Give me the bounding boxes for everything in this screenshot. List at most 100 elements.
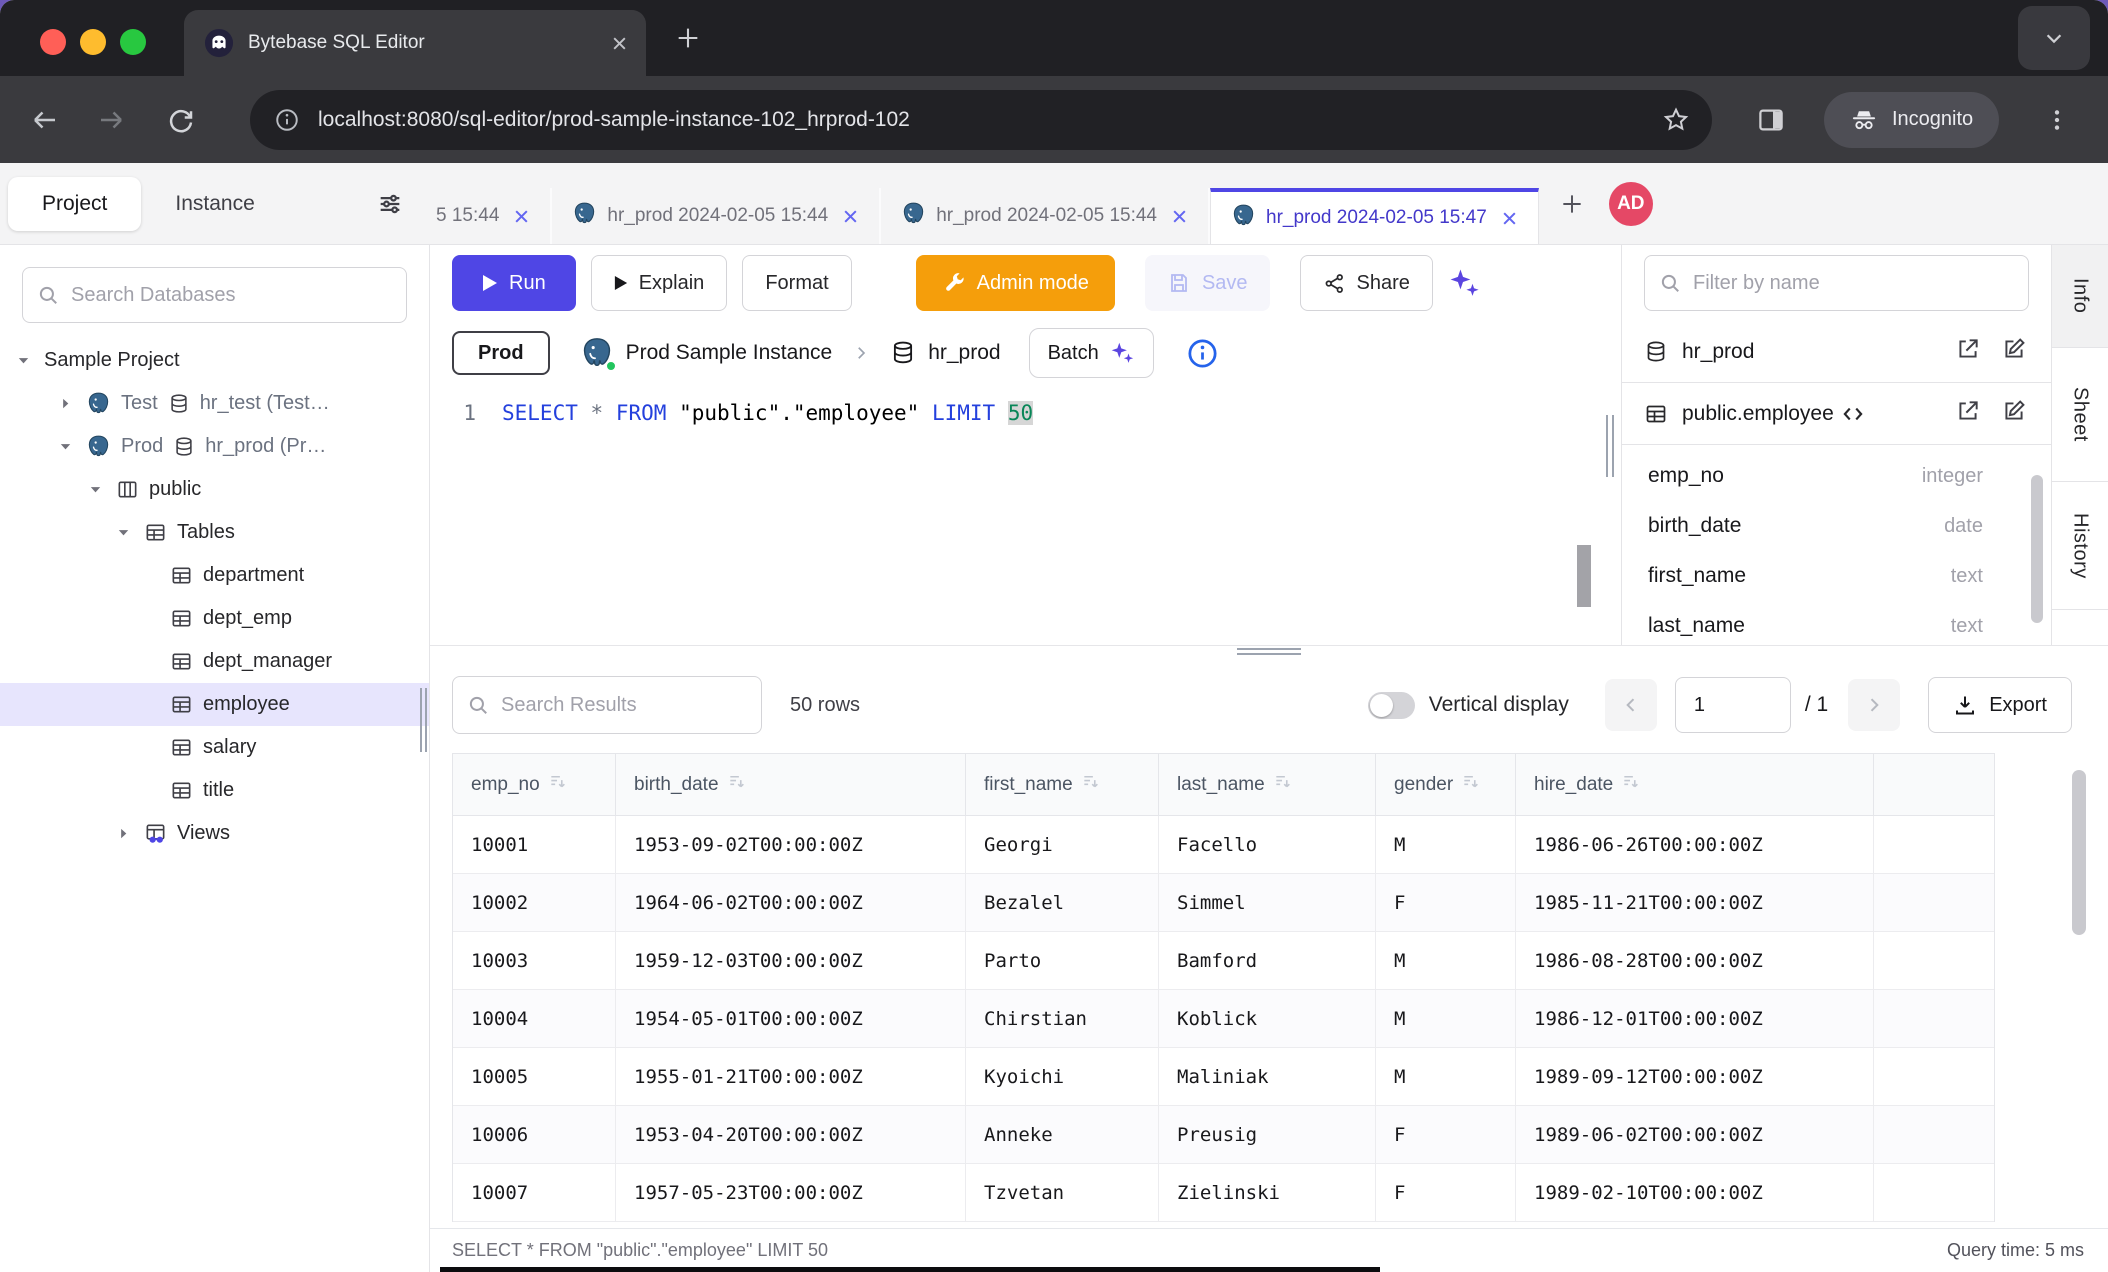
tree-item-views[interactable]: Views (0, 812, 429, 855)
column-header-birth_date[interactable]: birth_date (616, 754, 966, 815)
caret-down-icon[interactable] (88, 482, 116, 497)
share-button[interactable]: Share (1300, 255, 1433, 311)
panel-resize-handle[interactable] (1606, 415, 1614, 477)
split-divider[interactable] (430, 645, 2108, 657)
code-icon[interactable] (1840, 401, 1866, 427)
table-row[interactable]: 100041954-05-01T00:00:00ZChirstianKoblic… (453, 990, 1994, 1048)
ai-sparkles-icon[interactable] (1447, 266, 1481, 300)
back-icon[interactable] (30, 105, 60, 135)
caret-right-icon[interactable] (58, 396, 86, 411)
prev-page-button[interactable] (1605, 679, 1657, 731)
table-row[interactable]: 100031959-12-03T00:00:00ZPartoBamfordM19… (453, 932, 1994, 990)
sort-icon[interactable] (1461, 772, 1480, 797)
tree-item-public[interactable]: public (0, 468, 429, 511)
external-link-icon[interactable] (1955, 336, 1981, 367)
column-row[interactable]: last_nametext (1622, 601, 2051, 645)
table-row[interactable]: 100061953-04-20T00:00:00ZAnnekePreusigF1… (453, 1106, 1994, 1164)
tree-item-hr_test-test-[interactable]: Testhr_test (Test… (0, 382, 429, 425)
batch-button[interactable]: Batch (1029, 328, 1154, 378)
results-search-input[interactable] (501, 694, 747, 717)
tree-item-dept_manager[interactable]: dept_manager (0, 640, 429, 683)
caret-right-icon[interactable] (116, 826, 144, 841)
tree-item-tables[interactable]: Tables (0, 511, 429, 554)
caret-down-icon[interactable] (58, 439, 86, 454)
side-panel-icon[interactable] (1756, 105, 1786, 135)
sort-icon[interactable] (548, 772, 567, 797)
tree-item-dept_emp[interactable]: dept_emp (0, 597, 429, 640)
column-row[interactable]: emp_nointeger (1622, 451, 2051, 501)
browser-tab-close-icon[interactable] (611, 35, 628, 52)
table-row[interactable]: 100051955-01-21T00:00:00ZKyoichiMaliniak… (453, 1048, 1994, 1106)
tree-item-hr_prod-pr-[interactable]: Prodhr_prod (Pr… (0, 425, 429, 468)
sql-editor[interactable]: 1 SELECT * FROM "public"."employee" LIMI… (430, 385, 1621, 645)
format-button[interactable]: Format (742, 255, 851, 311)
vertical-display-toggle[interactable] (1368, 692, 1415, 719)
next-page-button[interactable] (1848, 679, 1900, 731)
tab-search-button[interactable] (2018, 6, 2090, 70)
editor-tab[interactable]: 5 15:44 (430, 188, 552, 244)
side-tab-info[interactable]: Info (2052, 245, 2108, 348)
column-header-emp_no[interactable]: emp_no (453, 754, 616, 815)
tree-item-department[interactable]: department (0, 554, 429, 597)
edit-icon[interactable] (2001, 398, 2027, 429)
caret-down-icon[interactable] (16, 353, 44, 368)
column-list-scrollbar[interactable] (2031, 475, 2043, 623)
results-search[interactable] (452, 676, 762, 734)
close-window-button[interactable] (40, 29, 66, 55)
results-scrollbar[interactable] (2072, 770, 2086, 935)
sort-icon[interactable] (1081, 772, 1100, 797)
column-row[interactable]: first_nametext (1622, 551, 2051, 601)
database-search-input[interactable] (71, 284, 392, 307)
column-header-last_name[interactable]: last_name (1159, 754, 1376, 815)
editor-tab[interactable]: hr_prod 2024-02-05 15:44 (552, 188, 881, 244)
side-tab-sheet[interactable]: Sheet (2052, 348, 2108, 482)
tree-item-employee[interactable]: employee (0, 683, 429, 726)
minimize-window-button[interactable] (80, 29, 106, 55)
instance-name[interactable]: Prod Sample Instance (626, 341, 833, 365)
explain-button[interactable]: Explain (591, 255, 728, 311)
browser-menu-icon[interactable] (2044, 107, 2070, 133)
sidebar-resize-handle[interactable] (420, 688, 427, 752)
side-tab-history[interactable]: History (2052, 482, 2108, 610)
tree-item-title[interactable]: title (0, 769, 429, 812)
table-row[interactable]: 100021964-06-02T00:00:00ZBezalelSimmelF1… (453, 874, 1994, 932)
close-tab-icon[interactable] (513, 208, 530, 225)
reload-icon[interactable] (166, 105, 196, 135)
info-icon[interactable] (1186, 337, 1219, 370)
close-tab-icon[interactable] (842, 208, 859, 225)
schema-filter[interactable] (1644, 255, 2029, 311)
close-tab-icon[interactable] (1171, 208, 1188, 225)
column-header-gender[interactable]: gender (1376, 754, 1516, 815)
column-header-first_name[interactable]: first_name (966, 754, 1159, 815)
run-button[interactable]: Run (452, 255, 576, 311)
tab-project[interactable]: Project (8, 177, 141, 231)
caret-down-icon[interactable] (116, 525, 144, 540)
url-bar[interactable]: localhost:8080/sql-editor/prod-sample-in… (250, 90, 1712, 150)
tab-instance[interactable]: Instance (141, 177, 288, 231)
new-browser-tab-button[interactable] (674, 24, 702, 52)
admin-mode-button[interactable]: Admin mode (916, 255, 1115, 311)
schema-filter-input[interactable] (1693, 272, 2014, 295)
sort-icon[interactable] (1621, 772, 1640, 797)
tree-settings-icon[interactable] (376, 190, 404, 218)
tree-item-sample-project[interactable]: Sample Project (0, 339, 429, 382)
table-row[interactable]: 100071957-05-23T00:00:00ZTzvetanZielinsk… (453, 1164, 1994, 1222)
bookmark-star-icon[interactable] (1662, 106, 1690, 134)
page-number-input[interactable] (1675, 677, 1791, 733)
divider-grip[interactable] (1237, 648, 1301, 655)
new-sheet-button[interactable] (1559, 191, 1585, 217)
close-tab-icon[interactable] (1501, 210, 1518, 227)
zoom-window-button[interactable] (120, 29, 146, 55)
save-button[interactable]: Save (1145, 255, 1270, 311)
column-row[interactable]: birth_datedate (1622, 501, 2051, 551)
site-info-icon[interactable] (274, 107, 300, 133)
sort-icon[interactable] (1273, 772, 1292, 797)
forward-icon[interactable] (96, 105, 126, 135)
database-name[interactable]: hr_prod (928, 341, 1000, 365)
editor-tab[interactable]: hr_prod 2024-02-05 15:47 (1210, 188, 1539, 244)
export-button[interactable]: Export (1928, 677, 2072, 733)
tree-item-salary[interactable]: salary (0, 726, 429, 769)
editor-scrollbar[interactable] (1577, 545, 1591, 607)
external-link-icon[interactable] (1955, 398, 1981, 429)
column-header-hire_date[interactable]: hire_date (1516, 754, 1874, 815)
